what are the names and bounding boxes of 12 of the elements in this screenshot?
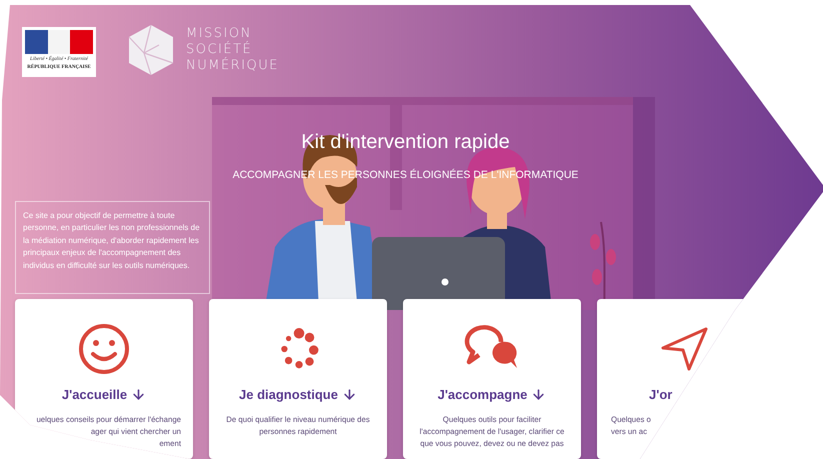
card-title-link[interactable]: Je diagnostique [239, 387, 357, 402]
paper-plane-icon [659, 326, 709, 372]
arrow-down-icon [531, 387, 546, 402]
card-title-link[interactable]: J'accueille [62, 387, 146, 402]
card-title-link[interactable]: J'or [649, 387, 672, 402]
flag-icon [25, 30, 93, 54]
card-title-link[interactable]: J'accompagne [438, 387, 546, 402]
smiley-icon [78, 323, 130, 375]
arrow-down-icon [342, 387, 357, 402]
arrow-down-icon [131, 387, 146, 402]
mission-logo-text: MISSION SOCIÉTÉ NUMÉRIQUE [186, 26, 279, 74]
intro-text: Ce site a pour objectif de permettre à toute personne, en particulier les non professionnels de la médiation numérique, d'aborder rapidement les principaux enjeux de l'accompagnement des individus en difficulté sur les outils numériques. [15, 200, 210, 294]
